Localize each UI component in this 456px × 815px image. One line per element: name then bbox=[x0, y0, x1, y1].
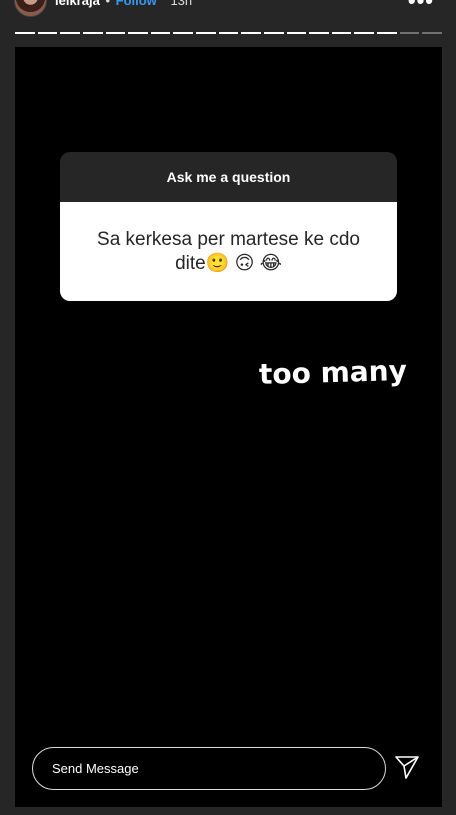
story-header: leikraja • Follow 13h ••• bbox=[14, 0, 442, 24]
avatar[interactable] bbox=[14, 0, 47, 17]
progress-segment bbox=[286, 32, 307, 34]
progress-segment bbox=[15, 32, 35, 34]
paper-plane-icon[interactable] bbox=[394, 754, 420, 780]
header-info: leikraja • Follow 13h bbox=[55, 0, 192, 8]
progress-segment bbox=[422, 32, 442, 34]
story-viewer: leikraja • Follow 13h ••• Ask me a quest… bbox=[0, 0, 456, 815]
separator-dot: • bbox=[105, 0, 111, 8]
progress-segment bbox=[331, 32, 352, 34]
progress-segment bbox=[399, 32, 420, 34]
timestamp: 13h bbox=[170, 0, 193, 8]
more-options-icon[interactable]: ••• bbox=[408, 0, 434, 14]
progress-segment bbox=[377, 32, 397, 34]
progress-segment bbox=[263, 32, 284, 34]
progress-segment bbox=[218, 32, 239, 34]
story-caption: 😂😂😂😂😂 too many bbox=[99, 352, 419, 392]
progress-segment bbox=[309, 32, 329, 34]
caption-emoji: 😂😂😂😂😂 bbox=[99, 356, 249, 387]
progress-segment bbox=[60, 32, 80, 34]
progress-segment bbox=[37, 32, 58, 34]
progress-segment bbox=[241, 32, 261, 34]
progress-segment bbox=[173, 32, 193, 34]
story-content[interactable]: Ask me a question Sa kerkesa per martese… bbox=[15, 47, 442, 807]
send-message-input[interactable]: Send Message bbox=[32, 747, 386, 790]
question-sticker-title: Ask me a question bbox=[60, 152, 397, 202]
progress-segment bbox=[82, 32, 103, 34]
progress-segment bbox=[196, 32, 216, 34]
progress-segment bbox=[150, 32, 171, 34]
follow-button[interactable]: Follow bbox=[116, 0, 157, 8]
username-link[interactable]: leikraja bbox=[55, 0, 100, 8]
progress-segment bbox=[128, 32, 148, 34]
question-sticker-answer: Sa kerkesa per martese ke cdo dite🙂 🙃 😂 bbox=[60, 202, 397, 301]
progress-segment bbox=[105, 32, 126, 34]
story-progress-bar bbox=[15, 32, 442, 34]
progress-segment bbox=[354, 32, 374, 34]
question-sticker: Ask me a question Sa kerkesa per martese… bbox=[60, 152, 397, 301]
caption-text: too many bbox=[258, 353, 408, 391]
